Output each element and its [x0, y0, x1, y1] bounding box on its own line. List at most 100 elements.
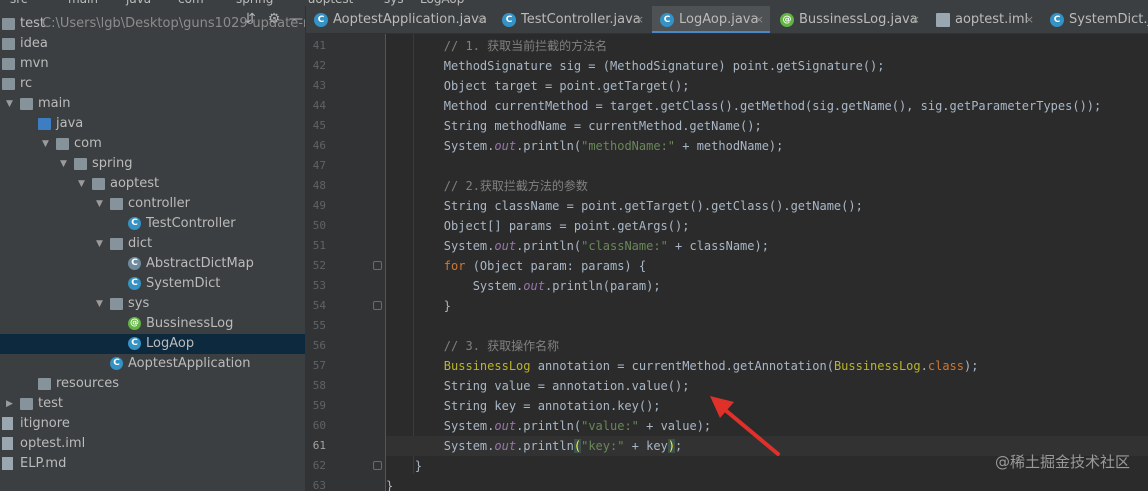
tree-item-label: controller	[128, 196, 191, 211]
tree-item-label: com	[74, 136, 102, 151]
close-icon[interactable]: ×	[477, 6, 486, 33]
tree-item-spring[interactable]: ▼ spring	[0, 154, 305, 174]
code-token: .println(param);	[544, 279, 661, 293]
code-line[interactable]: System.out.println("methodName:" + metho…	[386, 136, 784, 156]
line-number: 59	[312, 399, 326, 412]
code-token: out	[494, 439, 517, 453]
code-token: + methodName);	[675, 139, 784, 153]
tab-label: SystemDict.java	[1069, 12, 1148, 27]
close-icon[interactable]: ×	[635, 6, 644, 33]
tree-item-logaop[interactable]: C LogAop	[0, 334, 305, 354]
tree-item-sys[interactable]: ▼ sys	[0, 294, 305, 314]
code-token: for	[386, 259, 466, 273]
tree-item-resources[interactable]: resources	[0, 374, 305, 394]
code-line[interactable]: // 1. 获取当前拦截的方法名	[386, 36, 607, 56]
package-icon	[110, 198, 123, 210]
class-icon: C	[128, 217, 141, 230]
tree-item-java[interactable]: java	[0, 114, 305, 134]
tree-item-label: spring	[92, 156, 133, 171]
code-line[interactable]: Object[] params = point.getArgs();	[386, 216, 690, 236]
line-number: 49	[312, 199, 326, 212]
close-icon[interactable]: ×	[1025, 6, 1034, 33]
tree-item-itignore[interactable]: itignore	[0, 414, 305, 434]
tree-item-abstractdictmap[interactable]: C AbstractDictMap	[0, 254, 305, 274]
line-number: 44	[312, 99, 326, 112]
tree-item-bussinesslog[interactable]: @ BussinessLog	[0, 314, 305, 334]
chevron-down-icon[interactable]: ▼	[78, 174, 88, 194]
tab-logaop-java[interactable]: C LogAop.java ×	[652, 6, 770, 33]
tree-item-label: LogAop	[146, 336, 195, 351]
tab-aoptestapplication-java[interactable]: C AoptestApplication.java ×	[306, 6, 492, 33]
code-line[interactable]: System.out.println("className:" + classN…	[386, 236, 769, 256]
code-token: .	[920, 359, 928, 373]
tree-item-controller[interactable]: ▼ controller	[0, 194, 305, 214]
tree-item-systemdict[interactable]: C SystemDict	[0, 274, 305, 294]
tree-item-com[interactable]: ▼ com	[0, 134, 305, 154]
chevron-down-icon[interactable]: ▼	[96, 294, 106, 314]
package-icon	[74, 158, 87, 170]
code-line[interactable]: System.out.println("key:" + key);	[386, 436, 682, 456]
tab-systemdict-java[interactable]: C SystemDict.java	[1042, 6, 1148, 33]
chevron-down-icon[interactable]: ▼	[42, 134, 52, 154]
code-line[interactable]: // 3. 获取操作名称	[386, 336, 559, 356]
code-token: BussinessLog	[386, 359, 531, 373]
tree-item-optest-iml[interactable]: optest.iml	[0, 434, 305, 454]
chevron-down-icon[interactable]: ▼	[96, 194, 106, 214]
tree-item-elp-md[interactable]: ELP.md	[0, 454, 305, 474]
line-number: 62	[312, 459, 326, 472]
code-line[interactable]: String className = point.getTarget().get…	[386, 196, 863, 216]
tree-item-dict[interactable]: ▼ dict	[0, 234, 305, 254]
project-panel: ⇵ ⚙ — test C:\Users\lgb\Desktop\guns1029-…	[0, 6, 306, 491]
tree-item-label: itignore	[20, 416, 70, 431]
code-token: class	[927, 359, 964, 373]
code-line[interactable]: }	[386, 456, 422, 476]
code-token: .println(	[516, 239, 582, 253]
fold-marker-icon[interactable]	[373, 261, 382, 270]
code-line[interactable]: // 2.获取拦截方法的参数	[386, 176, 588, 196]
module-path: C:\Users\lgb\Desktop\guns1029-update-mas…	[42, 16, 305, 31]
tree-item-test[interactable]: ▶ test	[0, 394, 305, 414]
fold-marker-icon[interactable]	[373, 301, 382, 310]
tab-aoptest-iml[interactable]: aoptest.iml ×	[928, 6, 1040, 33]
annotation-icon: @	[128, 317, 141, 330]
chevron-down-icon[interactable]: ▼	[60, 154, 70, 174]
code-line[interactable]: BussinessLog annotation = currentMethod.…	[386, 356, 979, 376]
fold-marker-icon[interactable]	[373, 461, 382, 470]
file-icon	[2, 457, 13, 470]
tree-item-test[interactable]: test C:\Users\lgb\Desktop\guns1029-update…	[0, 14, 305, 34]
code-line[interactable]: }	[386, 476, 393, 491]
tab-testcontroller-java[interactable]: C TestController.java ×	[494, 6, 650, 33]
close-icon[interactable]: ×	[755, 6, 764, 33]
tree-item-rc[interactable]: rc	[0, 74, 305, 94]
tree-item-mvn[interactable]: mvn	[0, 54, 305, 74]
tree-item-idea[interactable]: idea	[0, 34, 305, 54]
code-token: System.	[386, 239, 495, 253]
chevron-right-icon[interactable]: ▶	[6, 394, 16, 414]
code-line[interactable]: System.out.println("value:" + value);	[386, 416, 711, 436]
code-token: out	[494, 139, 517, 153]
tree-item-aoptestapplication[interactable]: C AoptestApplication	[0, 354, 305, 374]
tree-item-main[interactable]: ▼ main	[0, 94, 305, 114]
code-line[interactable]: System.out.println(param);	[386, 276, 661, 296]
code-token: Method currentMethod = target.getClass()…	[386, 99, 1102, 113]
tree-item-label: sys	[128, 296, 150, 311]
package-icon	[110, 298, 123, 310]
close-icon[interactable]: ×	[911, 6, 920, 33]
code-line[interactable]: MethodSignature sig = (MethodSignature) …	[386, 56, 885, 76]
code-line[interactable]: String key = annotation.key();	[386, 396, 661, 416]
code-line[interactable]: String methodName = currentMethod.getNam…	[386, 116, 762, 136]
code-token: System.	[386, 139, 495, 153]
code-line[interactable]: Method currentMethod = target.getClass()…	[386, 96, 1101, 116]
chevron-down-icon[interactable]: ▼	[6, 94, 16, 114]
code-line[interactable]: Object target = point.getTarget();	[386, 76, 690, 96]
code-token: ;	[675, 439, 683, 453]
tree-item-testcontroller[interactable]: C TestController	[0, 214, 305, 234]
code-line[interactable]: for (Object param: params) {	[386, 256, 646, 276]
code-line[interactable]: String value = annotation.value();	[386, 376, 690, 396]
tab-bussinesslog-java[interactable]: @ BussinessLog.java ×	[772, 6, 926, 33]
code-line[interactable]: }	[386, 296, 451, 316]
tree-item-aoptest[interactable]: ▼ aoptest	[0, 174, 305, 194]
tree-item-label: mvn	[20, 56, 49, 71]
tree-item-label: main	[38, 96, 71, 111]
chevron-down-icon[interactable]: ▼	[96, 234, 106, 254]
